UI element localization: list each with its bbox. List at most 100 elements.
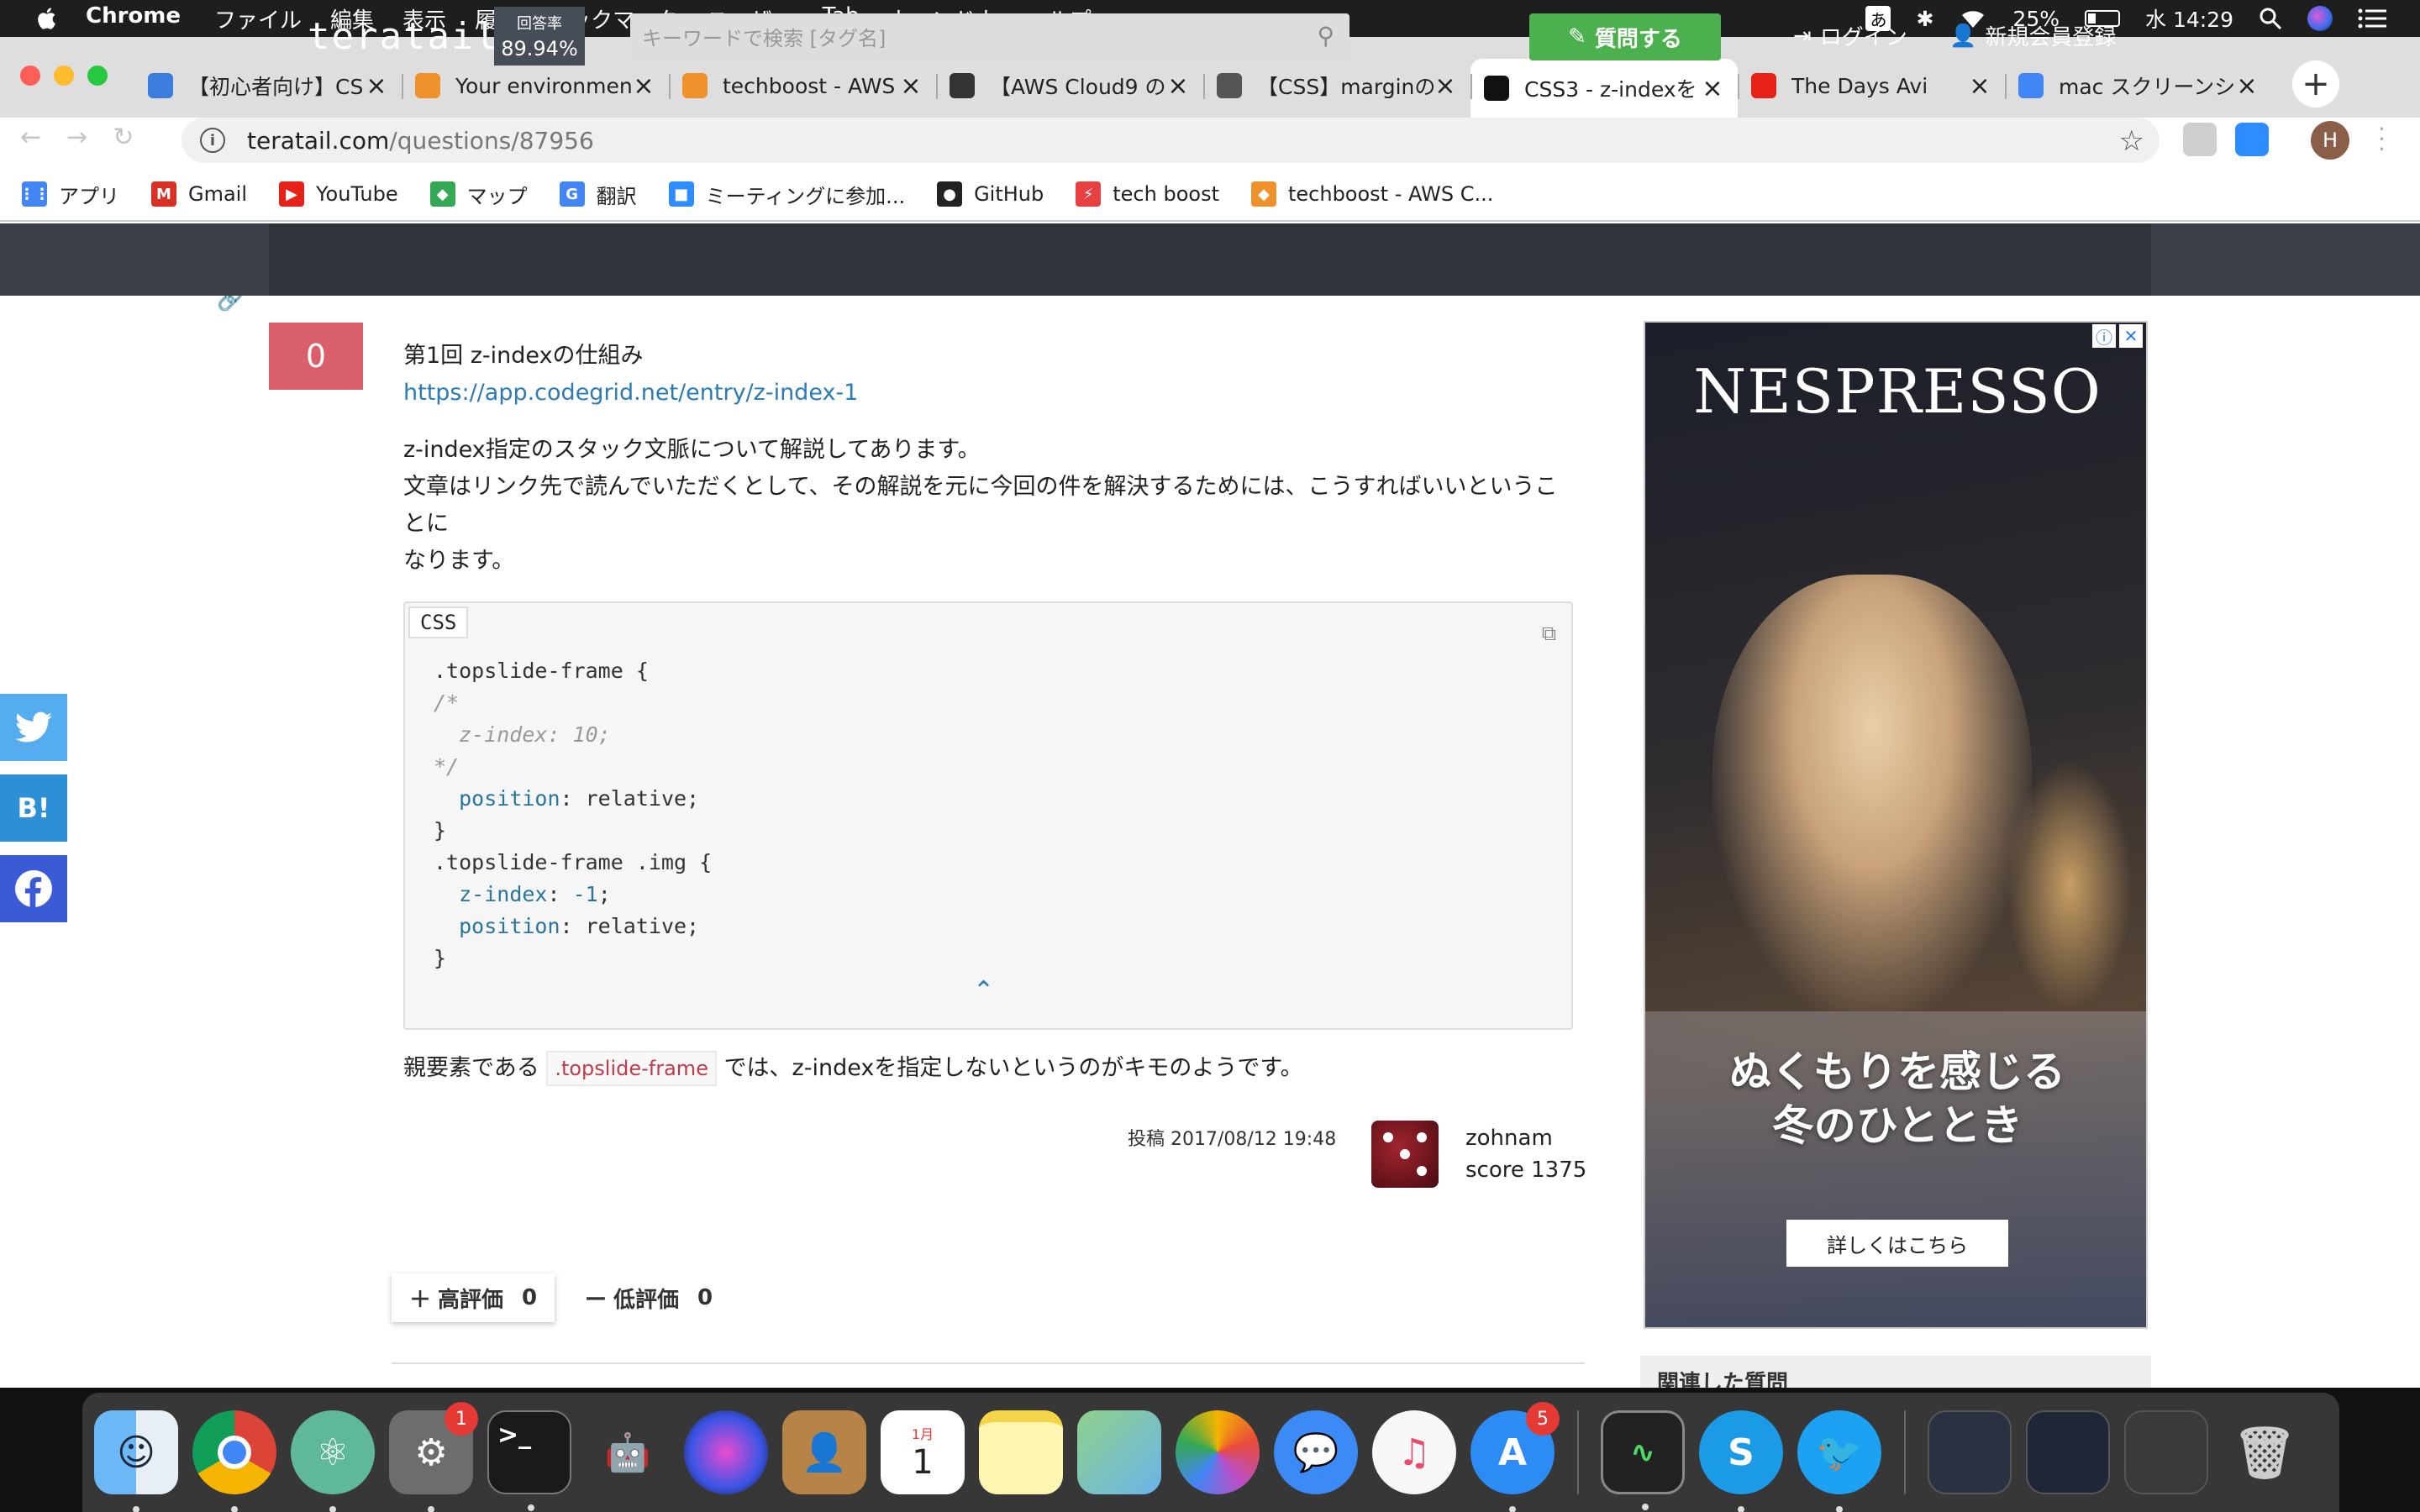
zoom-extension-icon[interactable] bbox=[2235, 123, 2269, 156]
site-info-icon[interactable]: i bbox=[200, 128, 225, 153]
search-icon[interactable]: ⚲ bbox=[1317, 22, 1334, 50]
activity-monitor-icon[interactable]: ∿ bbox=[1601, 1410, 1685, 1510]
bookmark-item[interactable]: ● GitHub bbox=[937, 181, 1044, 207]
signup-link[interactable]: 👤 新規会員登録 bbox=[1949, 20, 2116, 51]
browser-tab[interactable]: 【AWS Cloud9 の × bbox=[936, 59, 1203, 113]
ask-question-button[interactable]: ✎ 質問する bbox=[1529, 13, 1721, 60]
apple-menu-icon[interactable] bbox=[35, 6, 60, 31]
back-arrow-icon[interactable]: ← bbox=[20, 123, 41, 152]
tab-close-icon[interactable]: × bbox=[365, 71, 388, 101]
forward-arrow-icon[interactable]: → bbox=[66, 123, 87, 152]
ad-close-icon[interactable]: ✕ bbox=[2119, 324, 2143, 348]
browser-tab[interactable]: techboost - AWS × bbox=[669, 59, 936, 113]
skype-icon[interactable]: S bbox=[1699, 1410, 1783, 1512]
notification-center-icon[interactable] bbox=[2358, 8, 2386, 29]
extension-icon[interactable] bbox=[2183, 123, 2217, 156]
spotlight-icon[interactable] bbox=[2259, 7, 2282, 30]
related-questions-heading: 関連した質問 bbox=[1640, 1356, 2151, 1388]
bookmark-favicon-icon: ■ bbox=[668, 181, 694, 207]
reference-link[interactable]: https://app.codegrid.net/entry/z-index-1 bbox=[403, 380, 858, 406]
chrome-menu-icon[interactable]: · · · bbox=[2378, 118, 2386, 161]
finder-icon[interactable]: ☺ bbox=[94, 1410, 178, 1512]
upvote-button[interactable]: ＋ 高評価 0 bbox=[392, 1273, 555, 1322]
app-store-icon[interactable]: A5 bbox=[1470, 1402, 1560, 1512]
browser-tab[interactable]: The Days Avi × bbox=[1738, 59, 2005, 113]
calendar-icon[interactable]: 1月 1 bbox=[881, 1410, 965, 1494]
dock-separator-2 bbox=[1904, 1410, 1906, 1494]
notes-icon[interactable] bbox=[979, 1410, 1063, 1494]
bookmark-item[interactable]: ⚡ tech boost bbox=[1076, 181, 1219, 207]
calendar-month: 1月 bbox=[911, 1426, 934, 1442]
close-window-button[interactable] bbox=[20, 66, 40, 86]
bookmark-star-icon[interactable]: ☆ bbox=[2119, 124, 2144, 158]
ad-cta-button[interactable]: 詳しくはこちら bbox=[1786, 1220, 2008, 1267]
browser-tab[interactable]: Your environment × bbox=[402, 59, 669, 113]
edit-icon: ✎ bbox=[1568, 24, 1586, 50]
terminal-icon[interactable]: >_ bbox=[487, 1410, 571, 1511]
bookmark-item[interactable]: ■ ミーティングに参加... bbox=[668, 180, 906, 209]
answer-rate-value: 89.94% bbox=[501, 37, 578, 60]
browser-tab[interactable]: CSS3 - z-indexを × bbox=[1470, 59, 1738, 118]
plus-icon: ＋ bbox=[408, 1287, 431, 1313]
browser-tab[interactable]: mac スクリーンシ × bbox=[2005, 59, 2272, 113]
contacts-icon[interactable]: 👤 bbox=[782, 1410, 866, 1494]
site-search-input[interactable]: キーワードで検索 [タグ名] ⚲ bbox=[630, 13, 1349, 59]
minimized-window-3[interactable] bbox=[2124, 1410, 2208, 1494]
chrome-icon[interactable] bbox=[192, 1410, 276, 1512]
bookmark-item[interactable]: ▶ YouTube bbox=[279, 181, 398, 207]
tab-close-icon[interactable]: × bbox=[1701, 74, 1724, 103]
profile-avatar[interactable]: H bbox=[2311, 121, 2349, 160]
maps-icon[interactable] bbox=[1077, 1410, 1161, 1494]
author-avatar[interactable] bbox=[1371, 1121, 1439, 1188]
bookmark-label: ミーティングに参加... bbox=[705, 184, 906, 208]
tab-close-icon[interactable]: × bbox=[1166, 71, 1190, 101]
automator-icon[interactable]: 🤖 bbox=[586, 1410, 670, 1494]
trash-icon[interactable]: 🗑 bbox=[2223, 1410, 2307, 1494]
twitter-share-button[interactable] bbox=[0, 694, 67, 761]
bookmark-item[interactable]: M Gmail bbox=[151, 181, 247, 207]
bookmark-item[interactable]: ◆ techboost - AWS C... bbox=[1250, 181, 1493, 207]
ad-info-icon[interactable]: ⓘ bbox=[2092, 324, 2116, 348]
zoom-window-button[interactable] bbox=[87, 66, 108, 86]
reload-icon[interactable]: ↻ bbox=[113, 123, 134, 152]
bookmark-item[interactable]: ◆ マップ bbox=[429, 180, 528, 209]
code-language-label: CSS bbox=[408, 606, 469, 638]
permalink-partial[interactable]: 🔗 bbox=[217, 296, 244, 312]
login-link[interactable]: ⇥ ログイン bbox=[1793, 20, 1907, 51]
facebook-share-button[interactable] bbox=[0, 855, 67, 922]
tab-close-icon[interactable]: × bbox=[1434, 71, 1457, 101]
browser-tab[interactable]: 【初心者向け】CSS × bbox=[134, 59, 402, 113]
atom-icon[interactable]: ⚛ bbox=[291, 1410, 375, 1512]
bookmark-item[interactable]: ⋮⋮ アプリ bbox=[19, 180, 119, 209]
itunes-icon[interactable]: ♫ bbox=[1372, 1410, 1456, 1494]
twitter-app-icon[interactable]: 🐦 bbox=[1797, 1410, 1881, 1512]
clock[interactable]: 水 14:29 bbox=[2145, 3, 2233, 34]
menu-app-name[interactable]: Chrome bbox=[86, 3, 181, 34]
teratail-logo[interactable]: teratail bbox=[308, 15, 499, 58]
hatena-bookmark-button[interactable]: B! bbox=[0, 774, 67, 842]
siri-dock-icon[interactable] bbox=[684, 1410, 768, 1494]
menu-file[interactable]: ファイル bbox=[214, 3, 302, 34]
photos-icon[interactable] bbox=[1176, 1410, 1260, 1494]
minus-icon: ー bbox=[585, 1287, 608, 1313]
bluetooth-icon[interactable]: ✱ bbox=[1916, 7, 1933, 31]
author-name[interactable]: zohnam bbox=[1465, 1122, 1586, 1154]
minimize-window-button[interactable] bbox=[54, 66, 74, 86]
new-tab-button[interactable]: + bbox=[2292, 60, 2339, 108]
address-bar[interactable]: i teratail.com/questions/87956 ☆ bbox=[182, 118, 2160, 163]
tab-close-icon[interactable]: × bbox=[2235, 71, 2259, 101]
browser-tab[interactable]: 【CSS】marginの × bbox=[1203, 59, 1470, 113]
tab-close-icon[interactable]: × bbox=[1968, 71, 1991, 101]
system-preferences-icon[interactable]: ⚙ 1 bbox=[389, 1402, 478, 1512]
minimized-window-2[interactable] bbox=[2026, 1410, 2110, 1494]
bookmark-item[interactable]: G 翻訳 bbox=[559, 180, 637, 209]
siri-icon[interactable] bbox=[2307, 6, 2333, 31]
downvote-button[interactable]: ー 低評価 0 bbox=[585, 1273, 713, 1322]
tab-close-icon[interactable]: × bbox=[899, 71, 923, 101]
advertisement-banner[interactable]: NESPRESSO ぬくもりを感じる 冬のひととき 詳しくはこちら ⓘ ✕ bbox=[1644, 321, 2148, 1329]
collapse-chevron-icon[interactable]: ⌃ bbox=[973, 973, 994, 1010]
minimized-window-1[interactable] bbox=[1928, 1410, 2012, 1494]
messages-icon[interactable]: 💬 bbox=[1274, 1410, 1358, 1494]
copy-icon[interactable]: ⧉ bbox=[1542, 615, 1556, 652]
tab-close-icon[interactable]: × bbox=[632, 71, 655, 101]
